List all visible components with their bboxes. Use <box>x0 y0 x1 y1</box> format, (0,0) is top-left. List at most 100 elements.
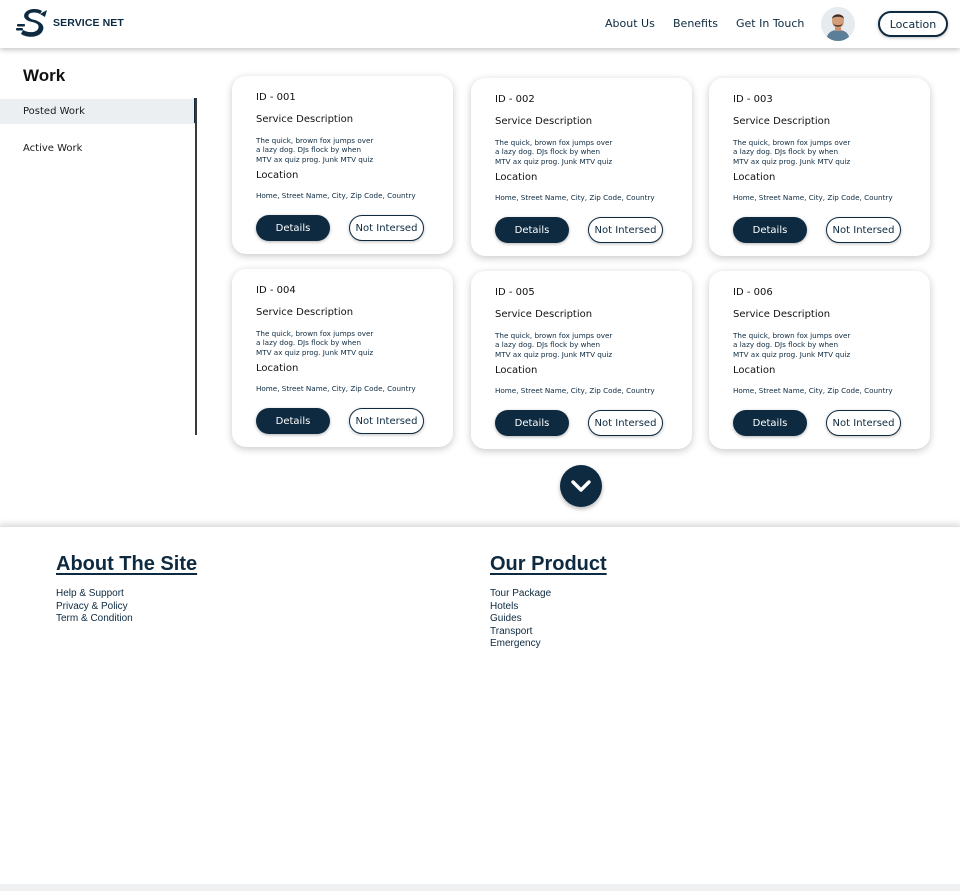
footer-link-tour-package[interactable]: Tour Package <box>490 588 607 601</box>
footer-link-transport[interactable]: Transport <box>490 626 607 639</box>
chevron-down-icon <box>571 480 591 492</box>
service-description-heading: Service Description <box>256 114 354 125</box>
footer-link-hotels[interactable]: Hotels <box>490 601 607 614</box>
service-description-heading: Service Description <box>495 116 593 127</box>
service-description-heading: Service Description <box>733 116 831 127</box>
desc-line: a lazy dog. DJs flock by when <box>495 147 601 157</box>
location-heading: Location <box>256 170 299 181</box>
desc-line: MTV ax quiz prog. Junk MTV quiz <box>495 349 613 359</box>
desc-line: The quick, brown fox jumps over <box>256 329 374 338</box>
card-id: ID - 003 <box>733 94 773 105</box>
site-footer: About The Site Help & Support Privacy & … <box>0 526 960 886</box>
footer-link-help[interactable]: Help & Support <box>56 588 197 601</box>
desc-line: a lazy dog. DJs flock by when <box>733 340 839 350</box>
card-id: ID - 002 <box>495 94 535 105</box>
desc-line: a lazy dog. DJs flock by when <box>495 340 601 350</box>
footer-product-links: Tour Package Hotels Guides Transport Eme… <box>490 588 607 651</box>
location-value: Home, Street Name, City, Zip Code, Count… <box>733 386 893 395</box>
sidebar-item-label: Posted Work <box>23 106 85 117</box>
user-avatar[interactable] <box>821 7 855 41</box>
work-card: ID - 004 Service Description The quick, … <box>232 269 453 447</box>
service-description: The quick, brown fox jumps over a lazy d… <box>256 329 406 357</box>
card-id: ID - 005 <box>495 287 535 298</box>
work-card: ID - 006 Service Description The quick, … <box>709 271 930 449</box>
location-value: Home, Street Name, City, Zip Code, Count… <box>256 191 416 200</box>
not-interested-button[interactable]: Not Intersed <box>588 217 663 243</box>
footer-product-title: Our Product <box>490 553 607 575</box>
location-value: Home, Street Name, City, Zip Code, Count… <box>733 193 893 202</box>
not-interested-button[interactable]: Not Intersed <box>349 215 424 241</box>
location-heading: Location <box>495 172 538 183</box>
work-card: ID - 003 Service Description The quick, … <box>709 78 930 256</box>
desc-line: a lazy dog. DJs flock by when <box>733 147 839 157</box>
card-id: ID - 001 <box>256 92 296 103</box>
footer-link-emergency[interactable]: Emergency <box>490 638 607 651</box>
location-value: Home, Street Name, City, Zip Code, Count… <box>495 193 655 202</box>
details-button[interactable]: Details <box>733 217 807 243</box>
location-button[interactable]: Location <box>878 11 948 37</box>
user-photo-icon <box>821 7 855 41</box>
details-button[interactable]: Details <box>495 217 569 243</box>
desc-line: MTV ax quiz prog. Junk MTV quiz <box>256 347 374 357</box>
not-interested-button[interactable]: Not Intersed <box>588 410 663 436</box>
desc-line: a lazy dog. DJs flock by when <box>256 338 362 348</box>
logo-s-icon <box>16 8 47 37</box>
service-description-heading: Service Description <box>733 309 831 320</box>
desc-line: The quick, brown fox jumps over <box>733 331 851 340</box>
not-interested-button[interactable]: Not Intersed <box>826 217 901 243</box>
desc-line: a lazy dog. DJs flock by when <box>256 145 362 155</box>
desc-line: MTV ax quiz prog. Junk MTV quiz <box>733 349 851 359</box>
desc-line: MTV ax quiz prog. Junk MTV quiz <box>495 156 613 166</box>
location-value: Home, Street Name, City, Zip Code, Count… <box>256 384 416 393</box>
service-description-heading: Service Description <box>256 307 354 318</box>
desc-line: The quick, brown fox jumps over <box>733 138 851 147</box>
location-heading: Location <box>733 365 776 376</box>
service-description: The quick, brown fox jumps over a lazy d… <box>495 138 645 166</box>
footer-product-column: Our Product Tour Package Hotels Guides T… <box>490 553 607 651</box>
service-description-heading: Service Description <box>495 309 593 320</box>
load-more-button[interactable] <box>560 465 602 507</box>
footer-link-terms[interactable]: Term & Condition <box>56 613 197 626</box>
not-interested-button[interactable]: Not Intersed <box>349 408 424 434</box>
footer-link-privacy[interactable]: Privacy & Policy <box>56 601 197 614</box>
desc-line: The quick, brown fox jumps over <box>256 136 374 145</box>
location-heading: Location <box>495 365 538 376</box>
service-description: The quick, brown fox jumps over a lazy d… <box>495 331 645 359</box>
sidebar-item-label: Active Work <box>23 143 83 154</box>
details-button[interactable]: Details <box>495 410 569 436</box>
footer-about-title: About The Site <box>56 553 198 575</box>
sidebar-title: Work <box>23 66 66 85</box>
sidebar-divider <box>195 98 197 435</box>
card-id: ID - 006 <box>733 287 773 298</box>
desc-line: The quick, brown fox jumps over <box>495 331 613 340</box>
service-description: The quick, brown fox jumps over a lazy d… <box>733 138 883 166</box>
not-interested-button[interactable]: Not Intersed <box>826 410 901 436</box>
location-value: Home, Street Name, City, Zip Code, Count… <box>495 386 655 395</box>
nav-about-us[interactable]: About Us <box>605 17 655 30</box>
service-description: The quick, brown fox jumps over a lazy d… <box>733 331 883 359</box>
work-card: ID - 005 Service Description The quick, … <box>471 271 692 449</box>
sidebar-item-posted-work[interactable]: Posted Work <box>0 99 195 124</box>
nav-benefits[interactable]: Benefits <box>673 17 718 30</box>
card-id: ID - 004 <box>256 285 296 296</box>
sidebar-item-active-work[interactable]: Active Work <box>0 136 195 161</box>
location-heading: Location <box>733 172 776 183</box>
desc-line: The quick, brown fox jumps over <box>495 138 613 147</box>
top-header: SERVICE NET About Us Benefits Get In Tou… <box>0 0 960 48</box>
work-card: ID - 001 Service Description The quick, … <box>232 76 453 254</box>
footer-about-column: About The Site Help & Support Privacy & … <box>56 553 197 626</box>
footer-bottom-strip <box>0 884 960 891</box>
details-button[interactable]: Details <box>256 215 330 241</box>
location-heading: Location <box>256 363 299 374</box>
desc-line: MTV ax quiz prog. Junk MTV quiz <box>256 154 374 164</box>
service-description: The quick, brown fox jumps over a lazy d… <box>256 136 406 164</box>
details-button[interactable]: Details <box>733 410 807 436</box>
footer-link-guides[interactable]: Guides <box>490 613 607 626</box>
desc-line: MTV ax quiz prog. Junk MTV quiz <box>733 156 851 166</box>
details-button[interactable]: Details <box>256 408 330 434</box>
nav-get-in-touch[interactable]: Get In Touch <box>736 17 804 30</box>
brand-name: SERVICE NET <box>53 17 124 29</box>
brand-logo[interactable]: SERVICE NET <box>16 7 124 39</box>
footer-about-links: Help & Support Privacy & Policy Term & C… <box>56 588 197 626</box>
work-card: ID - 002 Service Description The quick, … <box>471 78 692 256</box>
